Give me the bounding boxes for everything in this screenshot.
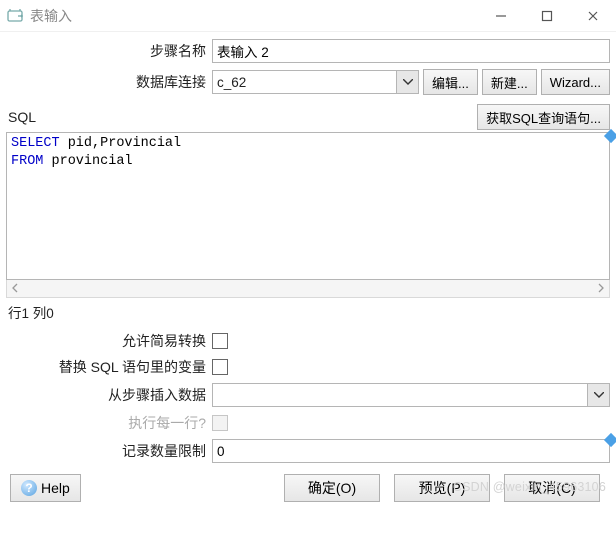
- allow-simple-checkbox[interactable]: [212, 333, 228, 349]
- preview-button[interactable]: 预览(P): [394, 474, 490, 502]
- sql-cols: pid,Provincial: [60, 136, 182, 151]
- help-icon: ?: [21, 480, 37, 496]
- chevron-down-icon[interactable]: [396, 71, 418, 93]
- label-record-limit: 记录数量限制: [6, 441, 212, 461]
- cancel-button[interactable]: 取消(C): [504, 474, 600, 502]
- dialog-window: 表输入 步骤名称 数据库连接 c_62: [0, 0, 616, 547]
- window-title: 表输入: [30, 6, 72, 26]
- sql-table: provincial: [43, 154, 132, 169]
- h-scrollbar[interactable]: [6, 280, 610, 298]
- db-conn-value: c_62: [213, 73, 396, 92]
- label-sql: SQL: [6, 109, 36, 125]
- scroll-left-icon[interactable]: [11, 281, 19, 296]
- app-icon: [6, 7, 24, 25]
- row-record-limit: 记录数量限制: [6, 439, 610, 463]
- row-exec-each-row: 执行每一行?: [6, 413, 610, 433]
- record-limit-input[interactable]: [212, 439, 610, 463]
- row-insert-from-step: 从步骤插入数据: [6, 383, 610, 407]
- exec-each-row-checkbox: [212, 415, 228, 431]
- replace-vars-checkbox[interactable]: [212, 359, 228, 375]
- wizard-button[interactable]: Wizard...: [541, 69, 610, 95]
- minimize-button[interactable]: [478, 0, 524, 32]
- label-exec-each-row: 执行每一行?: [6, 413, 212, 433]
- label-db-conn: 数据库连接: [6, 72, 212, 92]
- scroll-right-icon[interactable]: [597, 281, 605, 296]
- sql-kw-select: SELECT: [11, 136, 60, 151]
- row-replace-vars: 替换 SQL 语句里的变量: [6, 357, 610, 377]
- dialog-body: 步骤名称 数据库连接 c_62 编辑... 新建... Wizard...: [0, 32, 616, 547]
- help-button[interactable]: ? Help: [10, 474, 81, 502]
- label-allow-simple: 允许简易转换: [6, 331, 212, 351]
- step-name-input[interactable]: [212, 39, 610, 63]
- insert-from-step-select[interactable]: [212, 383, 610, 407]
- insert-from-step-value: [213, 393, 587, 397]
- cursor-position-status: 行1 列0: [8, 302, 610, 322]
- row-step-name: 步骤名称: [6, 39, 610, 63]
- new-conn-button[interactable]: 新建...: [482, 69, 537, 95]
- chevron-down-icon[interactable]: [587, 384, 609, 406]
- bottom-button-bar: ? Help 确定(O) 预览(P) 取消(C) CSDN @weixin_45…: [6, 466, 610, 510]
- label-replace-vars: 替换 SQL 语句里的变量: [6, 357, 212, 377]
- sql-editor-wrap: SELECT pid,Provincial FROM provincial: [6, 132, 610, 298]
- label-step-name: 步骤名称: [6, 41, 212, 61]
- db-conn-select[interactable]: c_62: [212, 70, 419, 94]
- close-button[interactable]: [570, 0, 616, 32]
- row-allow-simple: 允许简易转换: [6, 331, 610, 351]
- row-db-conn: 数据库连接 c_62 编辑... 新建... Wizard...: [6, 69, 610, 95]
- help-label: Help: [41, 480, 70, 496]
- label-insert-from-step: 从步骤插入数据: [6, 385, 212, 405]
- maximize-button[interactable]: [524, 0, 570, 32]
- ok-button[interactable]: 确定(O): [284, 474, 380, 502]
- title-bar: 表输入: [0, 0, 616, 32]
- sql-editor[interactable]: SELECT pid,Provincial FROM provincial: [6, 132, 610, 280]
- edit-conn-button[interactable]: 编辑...: [423, 69, 478, 95]
- get-sql-button[interactable]: 获取SQL查询语句...: [477, 104, 610, 130]
- row-sql-header: SQL 获取SQL查询语句...: [6, 104, 610, 130]
- sql-kw-from: FROM: [11, 154, 43, 169]
